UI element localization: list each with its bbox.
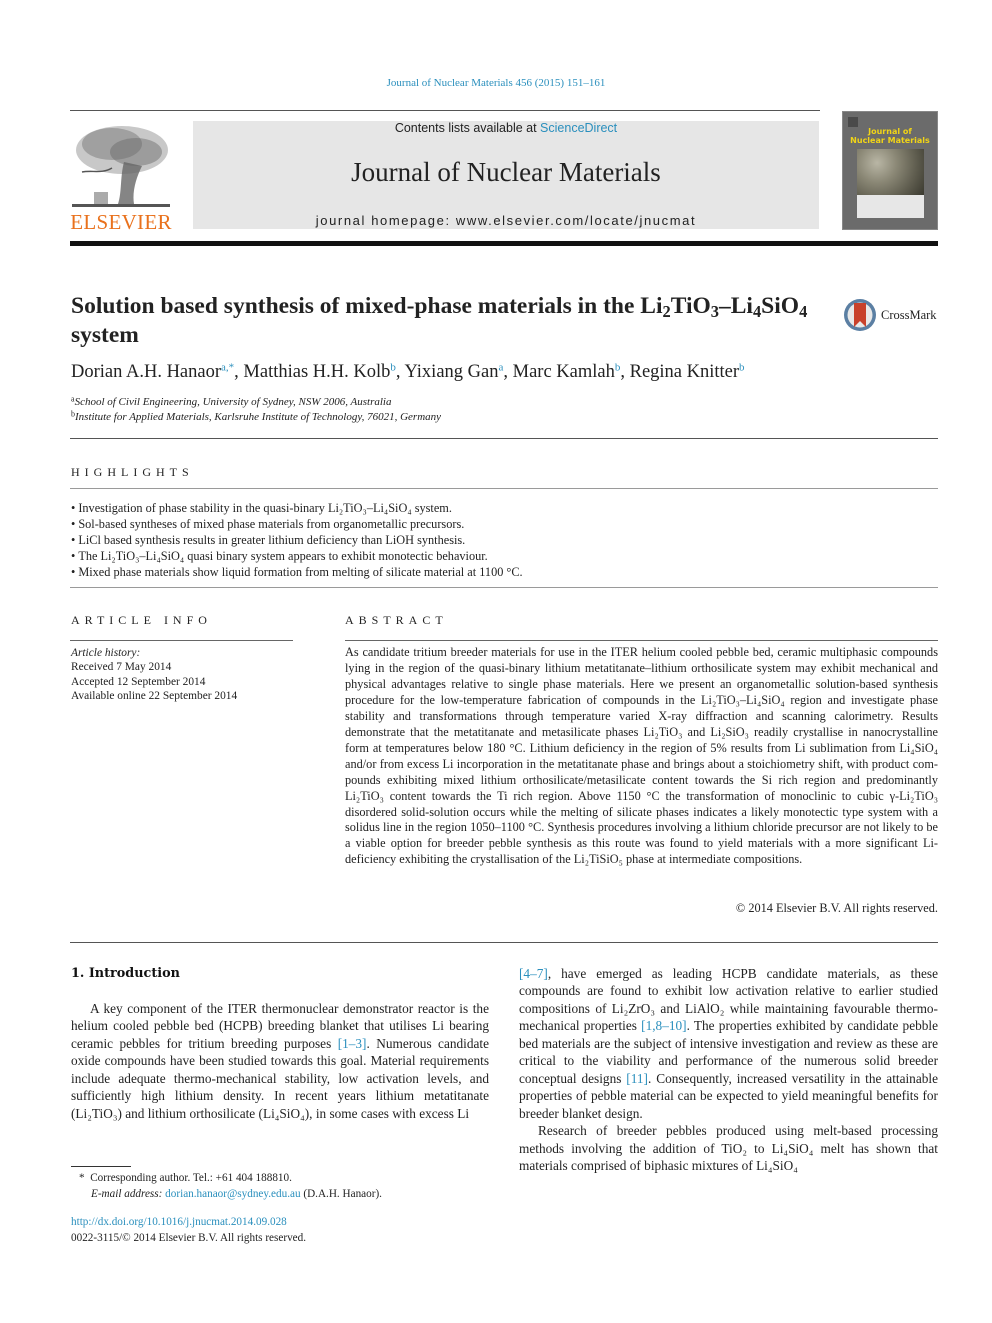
masthead-rule bbox=[70, 241, 938, 246]
author-name: Regina Knitter bbox=[629, 362, 740, 382]
title-part: Solution based synthesis of mixed-phase … bbox=[71, 293, 663, 319]
elsevier-tree-icon bbox=[72, 122, 170, 210]
email-suffix: (D.A.H. Hanaor). bbox=[300, 1188, 382, 1200]
title-part: TiO bbox=[670, 293, 711, 319]
affil-text: Institute for Applied Materials, Karlsru… bbox=[75, 411, 442, 423]
author-name: Matthias H.H. Kolb bbox=[243, 362, 391, 382]
doi-link[interactable]: http://dx.doi.org/10.1016/j.jnucmat.2014… bbox=[71, 1216, 287, 1228]
cover-title-line2: Nuclear Materials bbox=[850, 136, 930, 145]
title-sub: 2 bbox=[662, 302, 671, 322]
citation-link[interactable]: [1,8–10] bbox=[641, 1018, 686, 1033]
cover-title-line1: Journal of bbox=[868, 127, 912, 136]
highlight-item: LiCl based synthesis results in greater … bbox=[71, 532, 523, 548]
divider bbox=[70, 438, 938, 439]
corresponding-text: Corresponding author. Tel.: +61 404 1888… bbox=[90, 1172, 292, 1184]
author-affil-marker[interactable]: b bbox=[390, 361, 396, 373]
abstract-heading: ABSTRACT bbox=[345, 613, 448, 627]
divider bbox=[345, 640, 938, 641]
author-affil-marker[interactable]: a bbox=[498, 361, 503, 373]
header-rule bbox=[70, 110, 820, 111]
email-note: E-mail address: dorian.hanaor@sydney.edu… bbox=[79, 1186, 382, 1202]
journal-homepage[interactable]: journal homepage: www.elsevier.com/locat… bbox=[193, 213, 819, 228]
sciencedirect-link[interactable]: ScienceDirect bbox=[540, 121, 617, 135]
online-date: Available online 22 September 2014 bbox=[71, 689, 238, 702]
author[interactable]: Matthias H.H. Kolbb bbox=[243, 362, 395, 382]
body-column-right: [4–7], have emerged as leading HCPB cand… bbox=[519, 965, 938, 1174]
crossmark-label: CrossMark bbox=[881, 308, 937, 322]
title-sub: 3 bbox=[710, 302, 719, 322]
history-label: Article history: bbox=[71, 647, 141, 659]
author-list: Dorian A.H. Hanaora,*, Matthias H.H. Kol… bbox=[71, 361, 745, 382]
article-history: Article history: Received 7 May 2014 Acc… bbox=[71, 646, 237, 703]
email-label: E-mail address: bbox=[91, 1188, 163, 1200]
divider bbox=[70, 942, 938, 943]
article-info-heading: ARTICLE INFO bbox=[71, 613, 212, 627]
highlight-item: Investigation of phase stability in the … bbox=[71, 500, 523, 516]
title-part: system bbox=[71, 322, 139, 348]
asterisk-marker: * bbox=[79, 1172, 91, 1184]
author[interactable]: Marc Kamlahb bbox=[513, 362, 621, 382]
paragraph: Research of breeder pebbles produced usi… bbox=[519, 1123, 938, 1173]
highlight-item: Sol-based syntheses of mixed phase mater… bbox=[71, 516, 523, 532]
author-name: Yixiang Gan bbox=[404, 362, 499, 382]
paragraph: A key component of the ITER thermonuclea… bbox=[71, 1000, 489, 1122]
accepted-date: Accepted 12 September 2014 bbox=[71, 675, 206, 688]
highlights-list: Investigation of phase stability in the … bbox=[71, 500, 523, 580]
corresponding-author-note: * Corresponding author. Tel.: +61 404 18… bbox=[79, 1170, 382, 1186]
issn-copyright: 0022-3115/© 2014 Elsevier B.V. All right… bbox=[71, 1231, 307, 1244]
author-name: Marc Kamlah bbox=[512, 362, 615, 382]
elsevier-logo[interactable]: ELSEVIER bbox=[70, 122, 172, 234]
highlights-heading: HIGHLIGHTS bbox=[71, 465, 194, 479]
author[interactable]: Regina Knitterb bbox=[630, 362, 745, 382]
abstract-text: As candidate tritium breeder materials f… bbox=[345, 645, 938, 867]
citation-link[interactable]: [11] bbox=[626, 1071, 648, 1086]
footnote-rule bbox=[71, 1166, 131, 1167]
journal-title: Journal of Nuclear Materials bbox=[351, 157, 661, 187]
citation-link[interactable]: [1–3] bbox=[338, 1036, 367, 1051]
divider bbox=[70, 587, 938, 588]
citation-link[interactable]: [4–7] bbox=[519, 966, 548, 981]
cover-title: Journal of Nuclear Materials bbox=[843, 127, 937, 145]
title-sub: 4 bbox=[799, 302, 808, 322]
abstract-copyright: © 2014 Elsevier B.V. All rights reserved… bbox=[735, 901, 938, 915]
cover-publisher-icon bbox=[848, 117, 858, 127]
journal-cover-thumbnail[interactable]: Journal of Nuclear Materials bbox=[842, 111, 938, 230]
highlight-item: Mixed phase materials show liquid format… bbox=[71, 564, 522, 580]
affiliations: aSchool of Civil Engineering, University… bbox=[71, 395, 441, 425]
author-affil-marker[interactable]: a,* bbox=[221, 361, 234, 373]
received-date: Received 7 May 2014 bbox=[71, 661, 172, 674]
author-affil-marker[interactable]: b bbox=[615, 361, 621, 373]
article-title: Solution based synthesis of mixed-phase … bbox=[71, 292, 831, 350]
footnotes: * Corresponding author. Tel.: +61 404 18… bbox=[79, 1170, 382, 1202]
cover-micrograph bbox=[857, 149, 924, 195]
affiliation: aSchool of Civil Engineering, University… bbox=[71, 395, 441, 410]
author-affil-marker[interactable]: b bbox=[739, 361, 745, 373]
body-column-left: A key component of the ITER thermonuclea… bbox=[71, 1000, 489, 1122]
title-sub: 4 bbox=[752, 302, 762, 322]
running-head[interactable]: Journal of Nuclear Materials 456 (2015) … bbox=[0, 77, 992, 89]
author[interactable]: Dorian A.H. Hanaora,* bbox=[71, 362, 234, 382]
doi-block: http://dx.doi.org/10.1016/j.jnucmat.2014… bbox=[71, 1215, 306, 1246]
email-link[interactable]: dorian.hanaor@sydney.edu.au bbox=[165, 1188, 300, 1200]
crossmark-icon bbox=[844, 299, 876, 331]
paragraph: [4–7], have emerged as leading HCPB cand… bbox=[519, 965, 938, 1122]
crossmark-button[interactable]: CrossMark bbox=[843, 298, 943, 334]
elsevier-wordmark: ELSEVIER bbox=[70, 210, 172, 234]
affil-text: School of Civil Engineering, University … bbox=[74, 396, 392, 408]
affiliation: bInstitute for Applied Materials, Karlsr… bbox=[71, 410, 441, 425]
title-part: SiO bbox=[761, 293, 800, 319]
highlight-item: The Li₂TiO₃–Li₄SiO₄ quasi binary system … bbox=[71, 548, 523, 564]
contents-line: Contents lists available at ScienceDirec… bbox=[193, 121, 819, 135]
cover-blank-panel bbox=[857, 195, 924, 218]
contents-prefix: Contents lists available at bbox=[394, 121, 541, 135]
journal-masthead: Contents lists available at ScienceDirec… bbox=[193, 121, 819, 229]
divider bbox=[70, 640, 293, 641]
section-heading-introduction: 1. Introduction bbox=[71, 966, 180, 981]
author-name: Dorian A.H. Hanaor bbox=[71, 362, 222, 382]
divider bbox=[70, 488, 938, 489]
author[interactable]: Yixiang Gana bbox=[404, 362, 503, 382]
title-part: –Li bbox=[718, 293, 753, 319]
